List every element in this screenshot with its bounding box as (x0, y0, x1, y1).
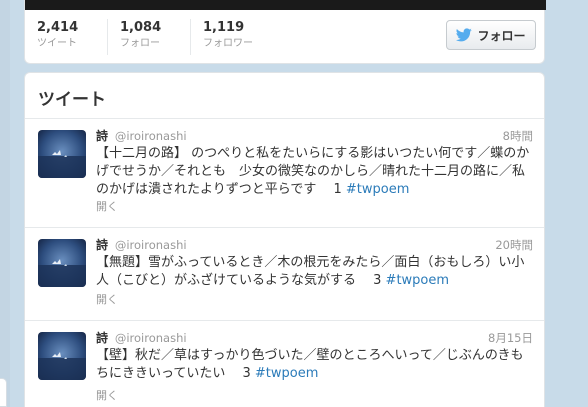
stat-followers-count: 1,119 (203, 20, 245, 35)
tweet-timestamp[interactable]: 8月15日 (488, 330, 533, 346)
twitter-bird-icon (456, 28, 473, 42)
stat-followers-label: フォロワー (203, 38, 253, 49)
tweet-timestamp[interactable]: 8時間 (503, 128, 533, 144)
hashtag-link[interactable]: #twpoem (346, 182, 410, 197)
expand-link[interactable]: 開く (96, 387, 118, 403)
tweet-item[interactable]: 詩 @iroironashi 8月15日 【壁】秋だ／草はすっかり色づいた／壁の… (25, 321, 544, 407)
avatar[interactable] (38, 239, 86, 287)
author-name[interactable]: 詩 (96, 129, 108, 143)
follow-button[interactable]: フォロー (446, 20, 536, 50)
author-name[interactable]: 詩 (96, 238, 108, 252)
tweet-header: 詩 @iroironashi 8月15日 (96, 330, 533, 346)
avatar[interactable] (38, 332, 86, 380)
profile-header-bottom (25, 0, 546, 10)
stream-title: ツイート (25, 73, 544, 119)
stat-tweets-label: ツイート (37, 38, 77, 49)
expand-link[interactable]: 開く (96, 291, 118, 307)
author-handle[interactable]: @iroironashi (115, 331, 187, 345)
tweet-timestamp[interactable]: 20時間 (495, 237, 533, 253)
tweet-text: 【無題】雪がふっているとき／木の根元をみたら／面白（おもしろ）い小人（こびと）が… (96, 254, 536, 290)
expand-link[interactable]: 開く (96, 198, 118, 214)
avatar-image (38, 130, 86, 178)
author-handle[interactable]: @iroironashi (115, 238, 187, 252)
author-handle[interactable]: @iroironashi (115, 129, 187, 143)
follow-button-label: フォロー (477, 28, 526, 43)
avatar-image (38, 332, 86, 380)
hashtag-link[interactable]: #twpoem (386, 273, 450, 288)
tweet-body: 【十二月の路】 のつぺりと私をたいらにする影はいつたい何です／蝶のかげでせうか／… (96, 146, 530, 197)
tweet-item[interactable]: 詩 @iroironashi 20時間 【無題】雪がふっているとき／木の根元をみ… (25, 228, 544, 321)
tweet-header: 詩 @iroironashi 8時間 (96, 128, 533, 144)
avatar-image (38, 239, 86, 287)
stat-following[interactable]: 1,084 フォロー (107, 19, 190, 55)
tweet-stream: ツイート 詩 @iroironashi 8時間 【十二月の路】 のつぺりと私をた… (24, 72, 545, 407)
stat-tweets[interactable]: 2,414 ツイート (25, 19, 107, 55)
author-name[interactable]: 詩 (96, 331, 108, 345)
tweet-item[interactable]: 詩 @iroironashi 8時間 【十二月の路】 のつぺりと私をたいらにする… (25, 119, 544, 228)
tweet-header: 詩 @iroironashi 20時間 (96, 237, 533, 253)
avatar[interactable] (38, 130, 86, 178)
stat-following-label: フォロー (120, 38, 160, 49)
tweet-body: 【無題】雪がふっているとき／木の根元をみたら／面白（おもしろ）い小人（こびと）が… (96, 255, 525, 288)
stat-following-count: 1,084 (120, 20, 162, 35)
left-card-edge (0, 378, 7, 407)
profile-stats-card: 2,414 ツイート 1,084 フォロー 1,119 フォロワー フォロー (24, 0, 546, 64)
left-column-edge (0, 0, 10, 407)
hashtag-link[interactable]: #twpoem (255, 366, 319, 381)
stat-tweets-count: 2,414 (37, 20, 79, 35)
tweet-text: 【壁】秋だ／草はすっかり色づいた／壁のところへいって／じぶんのきもちにききいって… (96, 347, 536, 383)
tweet-text: 【十二月の路】 のつぺりと私をたいらにする影はいつたい何です／蝶のかげでせうか／… (96, 145, 536, 199)
stat-followers[interactable]: 1,119 フォロワー (190, 19, 290, 55)
